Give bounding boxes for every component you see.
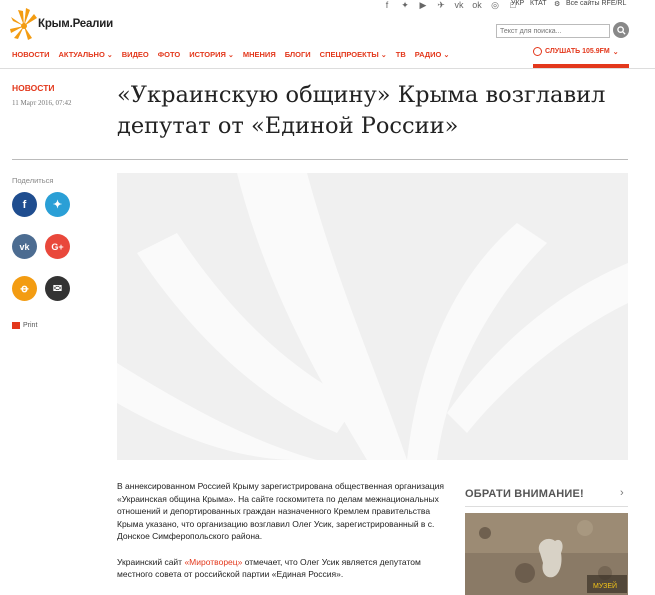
gear-icon[interactable]: ⚙ (554, 0, 560, 8)
mirotvorets-link[interactable]: «Миротворец» (184, 557, 242, 567)
sidebar-image[interactable]: МУЗЕЙ (465, 513, 628, 595)
search-icon (616, 25, 626, 35)
printer-icon (12, 322, 20, 329)
title-divider (12, 159, 628, 160)
rss-icon[interactable]: ◎ (486, 0, 504, 12)
share-facebook-button[interactable]: f (12, 192, 37, 217)
share-ok-button[interactable]: ꝋ (12, 276, 37, 301)
article-title: «Украинскую общину» Крыма возглавил депу… (117, 82, 606, 139)
nav-item-video[interactable]: ВИДЕО (122, 50, 149, 59)
chevron-down-icon: ⌄ (612, 48, 619, 56)
vk-icon[interactable]: vk (450, 0, 468, 12)
article-category[interactable]: НОВОСТИ (12, 83, 55, 93)
share-email-button[interactable]: ✉ (45, 276, 70, 301)
listen-radio-button[interactable]: СЛУШАТЬ 105.9FM ⌄ (533, 47, 619, 56)
sidebar-divider (465, 506, 628, 507)
nav-item-actual[interactable]: АКТУАЛЬНО ⌄ (59, 50, 113, 59)
share-label: Поделиться (12, 176, 54, 185)
nav-item-news[interactable]: НОВОСТИ (12, 50, 50, 59)
lang-ktat[interactable]: КТАТ (530, 0, 547, 7)
odnoklassniki-icon[interactable]: ok (468, 0, 486, 12)
telegram-icon[interactable]: ✈ (432, 0, 450, 12)
chevron-down-icon: ⌄ (380, 52, 387, 59)
nav-item-opinions[interactable]: МНЕНИЯ (243, 50, 276, 59)
nav-item-tv[interactable]: ТВ (396, 50, 406, 59)
placeholder-logo-graphic (117, 173, 628, 460)
youtube-icon[interactable]: ▶ (414, 0, 432, 12)
chevron-down-icon: ⌄ (227, 52, 234, 59)
search-button[interactable] (613, 22, 629, 38)
listen-label: СЛУШАТЬ 105.9FM (545, 48, 610, 55)
print-button[interactable]: Print (12, 322, 37, 329)
nav-item-specprojects[interactable]: СПЕЦПРОЕКТЫ ⌄ (320, 50, 387, 59)
nav-item-blogs[interactable]: БЛОГИ (285, 50, 311, 59)
share-gplus-button[interactable]: G+ (45, 234, 70, 259)
search-input[interactable] (496, 24, 610, 38)
facebook-icon: f (22, 198, 27, 211)
article-paragraph: Украинский сайт «Миротворец» отмечает, ч… (117, 556, 421, 580)
odnoklassniki-icon: ꝋ (20, 283, 29, 295)
rfe-sites-link[interactable]: Все сайты RFE/RL (566, 0, 626, 7)
chevron-down-icon: ⌄ (106, 52, 113, 59)
article-paragraph: В аннексированном Россией Крыму зарегист… (117, 481, 444, 541)
twitter-icon[interactable]: ✦ (396, 0, 414, 12)
main-nav: НОВОСТИ АКТУАЛЬНО ⌄ ВИДЕО ФОТО ИСТОРИЯ ⌄… (12, 50, 449, 59)
nav-item-radio[interactable]: РАДИО ⌄ (415, 50, 450, 59)
header-social-icons: f ✦ ▶ ✈ vk ok ◎ □ (378, 0, 522, 12)
nav-item-history[interactable]: ИСТОРИЯ ⌄ (189, 50, 234, 59)
radio-icon (533, 47, 542, 56)
google-plus-icon: G+ (51, 241, 64, 252)
sidebar-photo: МУЗЕЙ (465, 513, 628, 595)
nav-divider (0, 68, 655, 69)
chevron-right-icon[interactable]: › (620, 487, 624, 499)
share-vk-button[interactable]: vk (12, 234, 37, 259)
article-date: 11 Март 2016, 07:42 (12, 99, 72, 107)
lang-ukr[interactable]: УКР (511, 0, 524, 7)
article-body: В аннексированном Россией Крыму зарегист… (117, 480, 447, 594)
brand-name[interactable]: Крым.Реалии (38, 18, 113, 30)
share-twitter-button[interactable]: ✦ (45, 192, 70, 217)
nav-item-photo[interactable]: ФОТО (158, 50, 180, 59)
vk-icon: vk (19, 241, 30, 252)
print-label: Print (23, 322, 38, 329)
sidebar-image-logo: МУЗЕЙ (593, 581, 617, 590)
sidebar-title[interactable]: ОБРАТИ ВНИМАНИЕ! (465, 488, 584, 500)
article-image-placeholder (117, 173, 628, 460)
twitter-icon: ✦ (52, 199, 63, 211)
chevron-down-icon: ⌄ (443, 52, 450, 59)
facebook-icon[interactable]: f (378, 0, 396, 12)
email-icon: ✉ (52, 283, 63, 295)
